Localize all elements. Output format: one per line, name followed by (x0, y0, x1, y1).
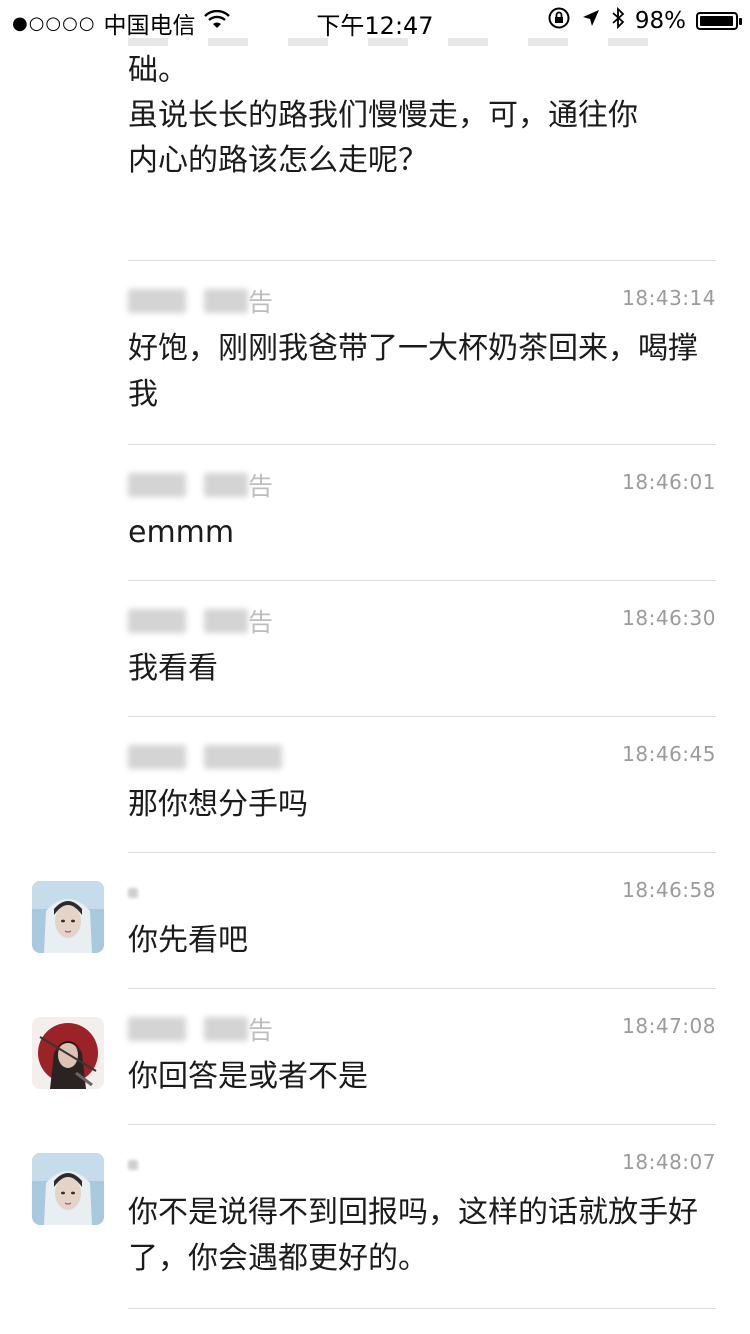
message-divider (128, 988, 716, 989)
message-timestamp: 18:46:01 (622, 470, 716, 494)
girl-avatar[interactable] (32, 881, 104, 953)
blurred-text (204, 473, 248, 497)
battery-percent: 98% (634, 8, 686, 34)
message-divider (128, 444, 716, 445)
girl-avatar[interactable] (32, 1153, 104, 1225)
blurred-text (128, 609, 186, 633)
warrior-avatar[interactable] (32, 1017, 104, 1089)
status-bar: ●○○○○ 中国电信 下午12:47 98% (0, 0, 750, 40)
blurred-text (204, 289, 248, 313)
intro-line-1: 础。 (128, 53, 188, 88)
message-timestamp: 18:46:45 (622, 742, 716, 766)
battery-fill (700, 16, 734, 26)
status-right: 98% (547, 6, 742, 36)
message-text: 你不是说得不到回报吗，这样的话就放手好了，你会遇都更好的。 (128, 1195, 698, 1276)
message-text: emmm (128, 515, 235, 550)
message-text: 你回答是或者不是 (128, 1059, 368, 1094)
sender-name-blurred: 告 (128, 285, 273, 317)
intro-line-3: 内心的路该怎么走呢？ (128, 143, 428, 178)
blurred-text (204, 745, 282, 769)
message-text: 你先看吧 (128, 923, 248, 958)
message-divider (128, 852, 716, 853)
blurred-text (128, 745, 186, 769)
sender-name-blurred: 告 (128, 469, 273, 501)
message-divider (128, 1124, 716, 1125)
blurred-text (128, 289, 186, 313)
intro-line-2: 虽说长长的路我们慢慢走，可，通往你 (128, 98, 638, 133)
blurred-text (128, 1160, 138, 1170)
sender-name-blurred (128, 1149, 138, 1181)
message-text: 好饱，刚刚我爸带了一大杯奶茶回来，喝撑我 (128, 331, 698, 412)
message-divider (128, 260, 716, 261)
message-timestamp: 18:46:30 (622, 606, 716, 630)
message-divider (128, 716, 716, 717)
message-timestamp: 18:48:07 (622, 1150, 716, 1174)
sender-name-suffix: 告 (248, 288, 274, 317)
location-arrow-icon (581, 8, 601, 34)
blurred-text (204, 609, 248, 633)
blurred-text (128, 1017, 186, 1041)
message-timestamp: 18:43:14 (622, 286, 716, 310)
bluetooth-icon (611, 6, 625, 36)
message-divider (128, 580, 716, 581)
sender-name-blurred: 告 (128, 605, 273, 637)
message-timestamp: 18:46:58 (622, 878, 716, 902)
previous-message-text: 础。 虽说长长的路我们慢慢走，可，通往你 内心的路该怎么走呢？ (128, 48, 718, 183)
blurred-text (128, 473, 186, 497)
message-divider (128, 1308, 716, 1309)
blurred-text (128, 888, 138, 898)
sender-name-blurred (128, 741, 282, 773)
sender-name-blurred (128, 877, 138, 909)
sender-name-blurred: 告 (128, 1013, 273, 1045)
rotation-lock-icon (547, 6, 571, 36)
battery-icon (696, 12, 742, 30)
sender-name-suffix: 告 (248, 1016, 274, 1045)
cropped-text-remnant (128, 38, 688, 46)
message-timestamp: 18:47:08 (622, 1014, 716, 1038)
message-text: 那你想分手吗 (128, 787, 308, 822)
blurred-text (204, 1017, 248, 1041)
sender-name-suffix: 告 (248, 608, 274, 637)
sender-name-suffix: 告 (248, 472, 274, 501)
message-text: 我看看 (128, 651, 218, 686)
